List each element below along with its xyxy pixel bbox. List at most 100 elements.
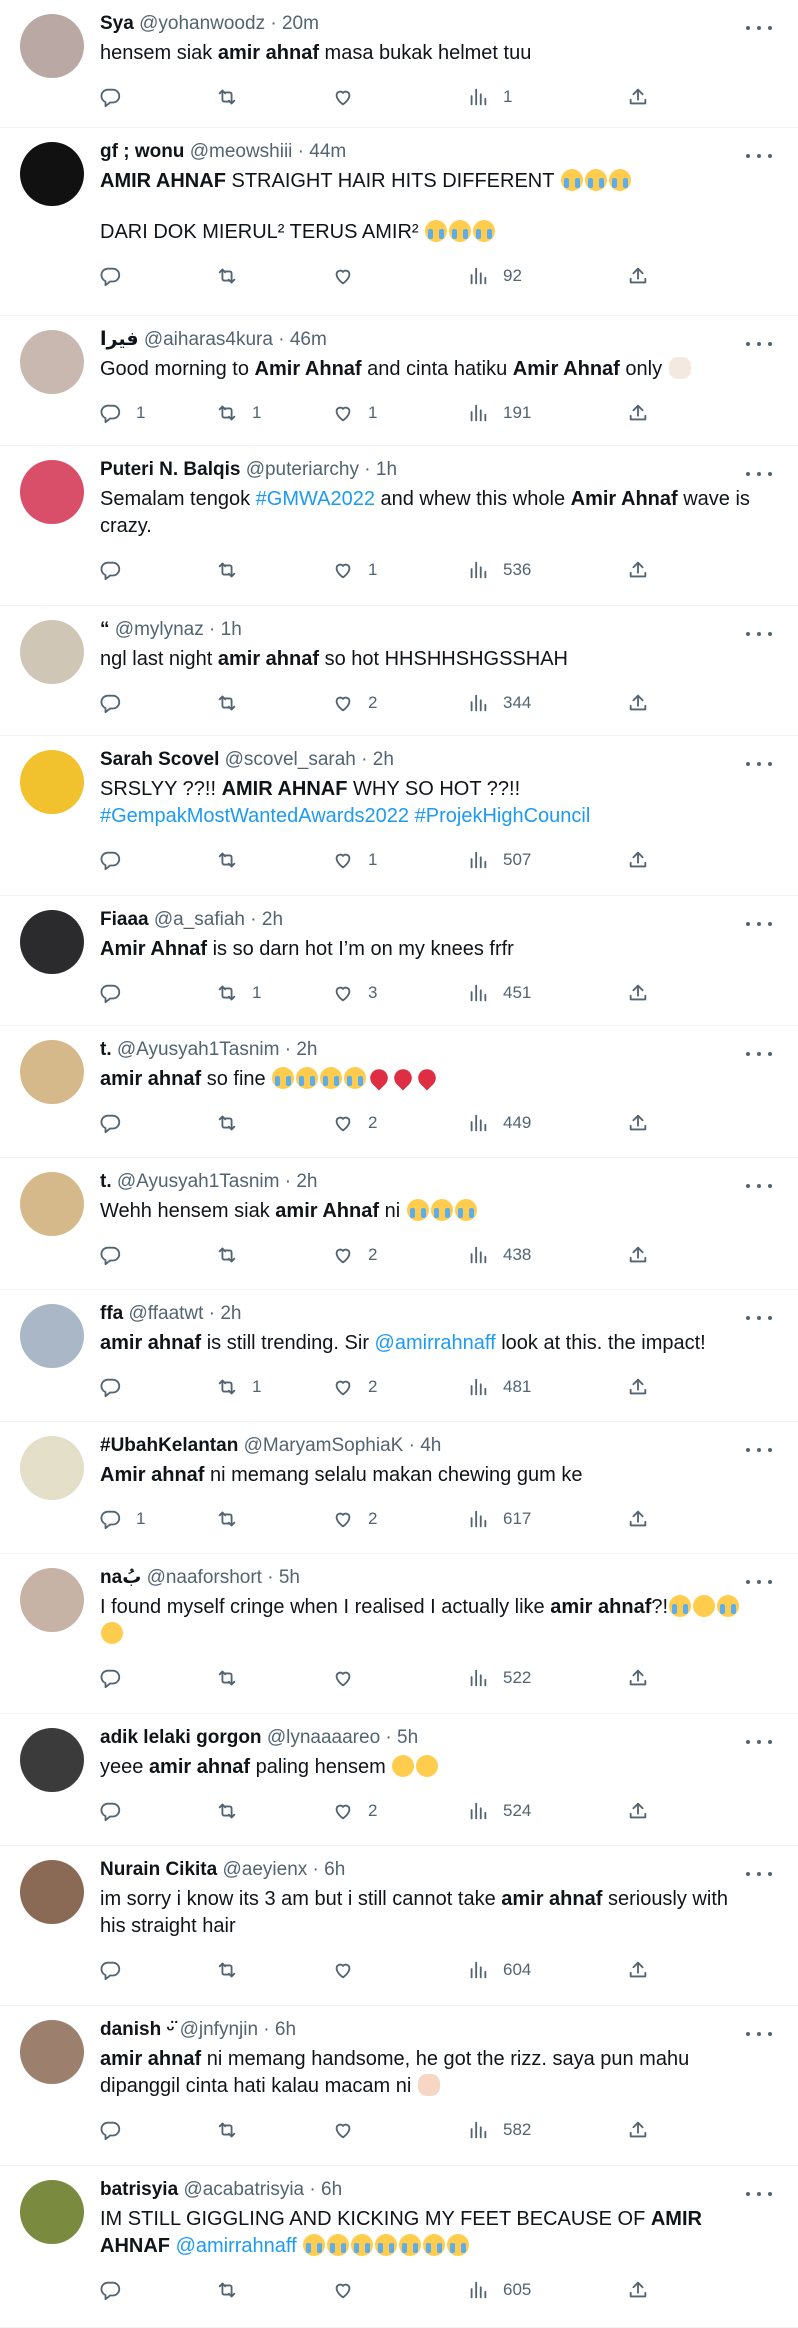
avatar[interactable]: [20, 2180, 84, 2244]
display-name[interactable]: t.: [100, 1171, 112, 1192]
username-handle[interactable]: @a_safiah: [154, 909, 245, 930]
views-button[interactable]: 604: [467, 1959, 627, 1981]
like-button[interactable]: [332, 265, 467, 287]
share-button[interactable]: [627, 1959, 649, 1981]
timestamp[interactable]: 20m: [282, 13, 319, 34]
timestamp[interactable]: 6h: [324, 1859, 345, 1880]
views-button[interactable]: 438: [467, 1244, 627, 1266]
avatar[interactable]: [20, 1436, 84, 1500]
tweet[interactable]: “ @mylynaz · 1h ngl last night amir ahnaf…: [0, 606, 798, 736]
mention-link[interactable]: @amirrahnaff: [176, 2235, 297, 2257]
tweet[interactable]: Fiaaa @a_safiah · 2h Amir Ahnaf is so dar…: [0, 896, 798, 1026]
display-name[interactable]: naبُ: [100, 1567, 141, 1588]
tweet[interactable]: Nurain Cikita @aeyienx · 6h im sorry i kn…: [0, 1846, 798, 2006]
reply-button[interactable]: [100, 559, 216, 581]
more-options-icon[interactable]: [746, 2184, 772, 2204]
tweet[interactable]: Sya @yohanwoodz · 20m hensem siak amir ah…: [0, 0, 798, 128]
share-button[interactable]: [627, 1244, 649, 1266]
views-button[interactable]: 451: [467, 982, 627, 1004]
display-name[interactable]: t.: [100, 1039, 112, 1060]
views-button[interactable]: 582: [467, 2119, 627, 2141]
username-handle[interactable]: @scovel_sarah: [225, 749, 356, 770]
share-button[interactable]: [627, 1508, 649, 1530]
views-button[interactable]: 344: [467, 692, 627, 714]
username-handle[interactable]: @ffaatwt: [129, 1303, 204, 1324]
timestamp[interactable]: 6h: [321, 2179, 342, 2200]
share-button[interactable]: [627, 1376, 649, 1398]
reply-button[interactable]: [100, 1244, 216, 1266]
username-handle[interactable]: @MaryamSophiaK: [244, 1435, 404, 1456]
display-name[interactable]: adik lelaki gorgon: [100, 1727, 262, 1748]
more-options-icon[interactable]: [746, 624, 772, 644]
username-handle[interactable]: @acabatrisyia: [183, 2179, 304, 2200]
hashtag-link[interactable]: #GMWA2022: [256, 488, 375, 510]
avatar[interactable]: [20, 1040, 84, 1104]
display-name[interactable]: Fiaaa: [100, 909, 149, 930]
avatar[interactable]: [20, 750, 84, 814]
views-button[interactable]: 605: [467, 2279, 627, 2301]
like-button[interactable]: 2: [332, 1800, 467, 1822]
more-options-icon[interactable]: [746, 1176, 772, 1196]
share-button[interactable]: [627, 1112, 649, 1134]
share-button[interactable]: [627, 1667, 649, 1689]
timestamp[interactable]: 5h: [397, 1727, 418, 1748]
more-options-icon[interactable]: [746, 464, 772, 484]
username-handle[interactable]: @Ayusyah1Tasnim: [117, 1039, 280, 1060]
views-button[interactable]: 481: [467, 1376, 627, 1398]
reply-button[interactable]: [100, 1376, 216, 1398]
like-button[interactable]: 1: [332, 559, 467, 581]
like-button[interactable]: 2: [332, 692, 467, 714]
more-options-icon[interactable]: [746, 2024, 772, 2044]
tweet[interactable]: t. @Ayusyah1Tasnim · 2h amir ahnaf so fin…: [0, 1026, 798, 1158]
display-name[interactable]: Sya: [100, 13, 134, 34]
avatar[interactable]: [20, 330, 84, 394]
more-options-icon[interactable]: [746, 1308, 772, 1328]
display-name[interactable]: batrisyia: [100, 2179, 178, 2200]
more-options-icon[interactable]: [746, 1732, 772, 1752]
username-handle[interactable]: @aeyienx: [222, 1859, 307, 1880]
tweet[interactable]: ffa @ffaatwt · 2h amir ahnaf is still tre…: [0, 1290, 798, 1422]
more-options-icon[interactable]: [746, 1572, 772, 1592]
timestamp[interactable]: 4h: [420, 1435, 441, 1456]
retweet-button[interactable]: [216, 1508, 332, 1530]
timestamp[interactable]: 1h: [221, 619, 242, 640]
share-button[interactable]: [627, 402, 649, 424]
reply-button[interactable]: [100, 1667, 216, 1689]
display-name[interactable]: Puteri N. Balqis: [100, 459, 240, 480]
avatar[interactable]: [20, 142, 84, 206]
tweet[interactable]: t. @Ayusyah1Tasnim · 2h Wehh hensem siak …: [0, 1158, 798, 1290]
retweet-button[interactable]: [216, 86, 332, 108]
retweet-button[interactable]: [216, 692, 332, 714]
display-name[interactable]: Nurain Cikita: [100, 1859, 217, 1880]
timestamp[interactable]: 44m: [309, 141, 346, 162]
tweet[interactable]: danish ᵕ̈ @jnfynjin · 6h amir ahnaf ni me…: [0, 2006, 798, 2166]
retweet-button[interactable]: 1: [216, 1376, 332, 1398]
reply-button[interactable]: [100, 1112, 216, 1134]
like-button[interactable]: 2: [332, 1508, 467, 1530]
reply-button[interactable]: [100, 1800, 216, 1822]
timestamp[interactable]: 2h: [296, 1039, 317, 1060]
avatar[interactable]: [20, 1860, 84, 1924]
views-button[interactable]: 617: [467, 1508, 627, 1530]
reply-button[interactable]: 1: [100, 1508, 216, 1530]
more-options-icon[interactable]: [746, 1044, 772, 1064]
views-button[interactable]: 524: [467, 1800, 627, 1822]
display-name[interactable]: danish ᵕ̈: [100, 2019, 174, 2040]
username-handle[interactable]: @mylynaz: [115, 619, 204, 640]
username-handle[interactable]: @aiharas4kura: [144, 329, 273, 350]
hashtag-link[interactable]: #GempakMostWantedAwards2022: [100, 805, 409, 827]
share-button[interactable]: [627, 86, 649, 108]
like-button[interactable]: 2: [332, 1376, 467, 1398]
display-name[interactable]: “: [100, 619, 110, 640]
tweet[interactable]: batrisyia @acabatrisyia · 6h IM STILL GIG…: [0, 2166, 798, 2328]
tweet[interactable]: Puteri N. Balqis @puteriarchy · 1h Semala…: [0, 446, 798, 606]
mention-link[interactable]: @amirrahnaff: [375, 1332, 496, 1354]
like-button[interactable]: 3: [332, 982, 467, 1004]
views-button[interactable]: 92: [467, 265, 627, 287]
timestamp[interactable]: 1h: [376, 459, 397, 480]
retweet-button[interactable]: 1: [216, 402, 332, 424]
like-button[interactable]: 1: [332, 849, 467, 871]
views-button[interactable]: 449: [467, 1112, 627, 1134]
retweet-button[interactable]: [216, 1800, 332, 1822]
more-options-icon[interactable]: [746, 754, 772, 774]
